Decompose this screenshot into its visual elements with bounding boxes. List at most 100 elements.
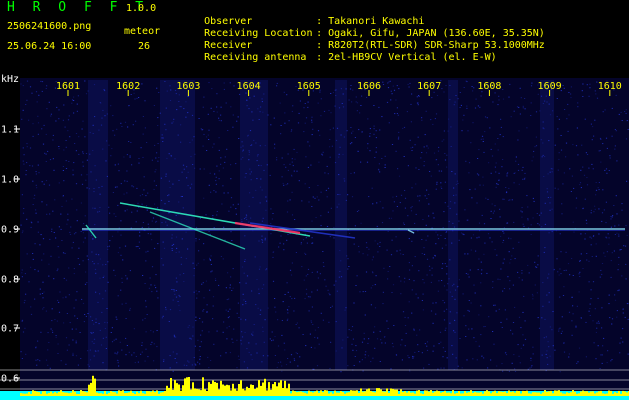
noise-speck: [230, 178, 232, 180]
noise-speck: [579, 184, 581, 186]
noise-speck: [425, 110, 427, 112]
noise-speck: [151, 220, 153, 222]
noise-speck: [575, 145, 578, 147]
noise-speck: [511, 199, 513, 201]
noise-speck: [582, 96, 584, 97]
noise-speck: [82, 153, 84, 155]
level-bar: [200, 390, 202, 396]
noise-speck: [270, 223, 272, 225]
noise-speck: [415, 213, 417, 215]
noise-speck: [392, 210, 394, 212]
noise-speck: [605, 201, 607, 203]
noise-speck: [413, 329, 415, 331]
noise-speck: [411, 265, 413, 267]
noise-speck: [73, 233, 76, 235]
level-bar: [254, 389, 256, 396]
noise-speck: [352, 349, 354, 351]
noise-speck: [63, 149, 65, 151]
level-bar: [332, 393, 334, 396]
noise-speck: [201, 321, 204, 323]
noise-speck: [214, 173, 216, 175]
noise-speck: [530, 85, 533, 87]
noise-speck: [118, 365, 120, 367]
noise-speck: [626, 120, 628, 122]
noise-speck: [502, 98, 505, 100]
noise-speck: [318, 199, 320, 201]
noise-speck: [352, 338, 354, 340]
noise-speck: [369, 128, 371, 130]
noise-speck: [210, 360, 212, 361]
noise-speck: [37, 133, 39, 135]
noise-speck: [442, 300, 444, 301]
column-band: [88, 80, 108, 370]
noise-speck: [311, 271, 313, 273]
level-bar: [46, 393, 48, 396]
noise-speck: [604, 109, 606, 111]
noise-speck: [220, 355, 222, 357]
noise-speck: [30, 266, 32, 268]
noise-speck: [209, 257, 211, 259]
noise-speck: [314, 347, 316, 349]
noise-speck: [226, 327, 228, 329]
noise-speck: [591, 163, 593, 165]
level-bar: [342, 392, 344, 396]
noise-speck: [28, 281, 30, 283]
noise-speck: [435, 243, 437, 245]
noise-speck: [598, 150, 600, 152]
noise-speck: [493, 343, 495, 345]
noise-speck: [78, 263, 81, 265]
noise-speck: [45, 133, 47, 135]
noise-speck: [84, 80, 86, 82]
noise-speck: [195, 238, 197, 240]
noise-speck: [482, 138, 484, 140]
level-bar: [598, 391, 600, 396]
noise-speck: [508, 187, 510, 189]
noise-speck: [415, 183, 417, 185]
noise-speck: [302, 334, 304, 335]
level-bar: [314, 391, 316, 396]
noise-speck: [349, 143, 352, 145]
noise-speck: [63, 180, 65, 182]
noise-speck: [203, 96, 205, 98]
noise-speck: [388, 217, 390, 219]
noise-speck: [414, 144, 416, 146]
noise-speck: [310, 321, 313, 323]
noise-speck: [237, 203, 239, 205]
noise-speck: [75, 232, 77, 234]
level-bar: [54, 392, 56, 396]
noise-speck: [440, 341, 442, 343]
noise-speck: [423, 146, 425, 148]
noise-speck: [582, 83, 584, 85]
noise-speck: [610, 276, 612, 278]
noise-speck: [304, 122, 306, 124]
noise-speck: [433, 217, 435, 219]
noise-speck: [471, 86, 473, 87]
noise-speck: [205, 214, 207, 216]
noise-speck: [361, 131, 363, 133]
noise-speck: [466, 107, 468, 109]
noise-speck: [438, 280, 440, 282]
level-bar: [390, 388, 392, 396]
noise-speck: [596, 97, 599, 99]
noise-speck: [565, 142, 568, 144]
noise-speck: [157, 117, 159, 119]
noise-speck: [281, 157, 283, 159]
noise-speck: [369, 135, 371, 137]
noise-speck: [129, 155, 131, 157]
noise-speck: [601, 220, 603, 222]
noise-speck: [196, 264, 198, 266]
noise-speck: [65, 146, 67, 148]
noise-speck: [269, 174, 271, 176]
noise-speck: [537, 317, 539, 319]
x-tick-label: 1601: [56, 81, 80, 92]
noise-speck: [67, 130, 69, 132]
noise-speck: [537, 93, 539, 95]
level-bar: [470, 390, 472, 396]
noise-speck: [594, 119, 596, 121]
noise-speck: [322, 262, 324, 264]
noise-speck: [617, 269, 619, 271]
noise-speck: [311, 134, 313, 136]
noise-speck: [467, 130, 469, 132]
noise-speck: [230, 197, 233, 199]
noise-speck: [532, 217, 534, 219]
